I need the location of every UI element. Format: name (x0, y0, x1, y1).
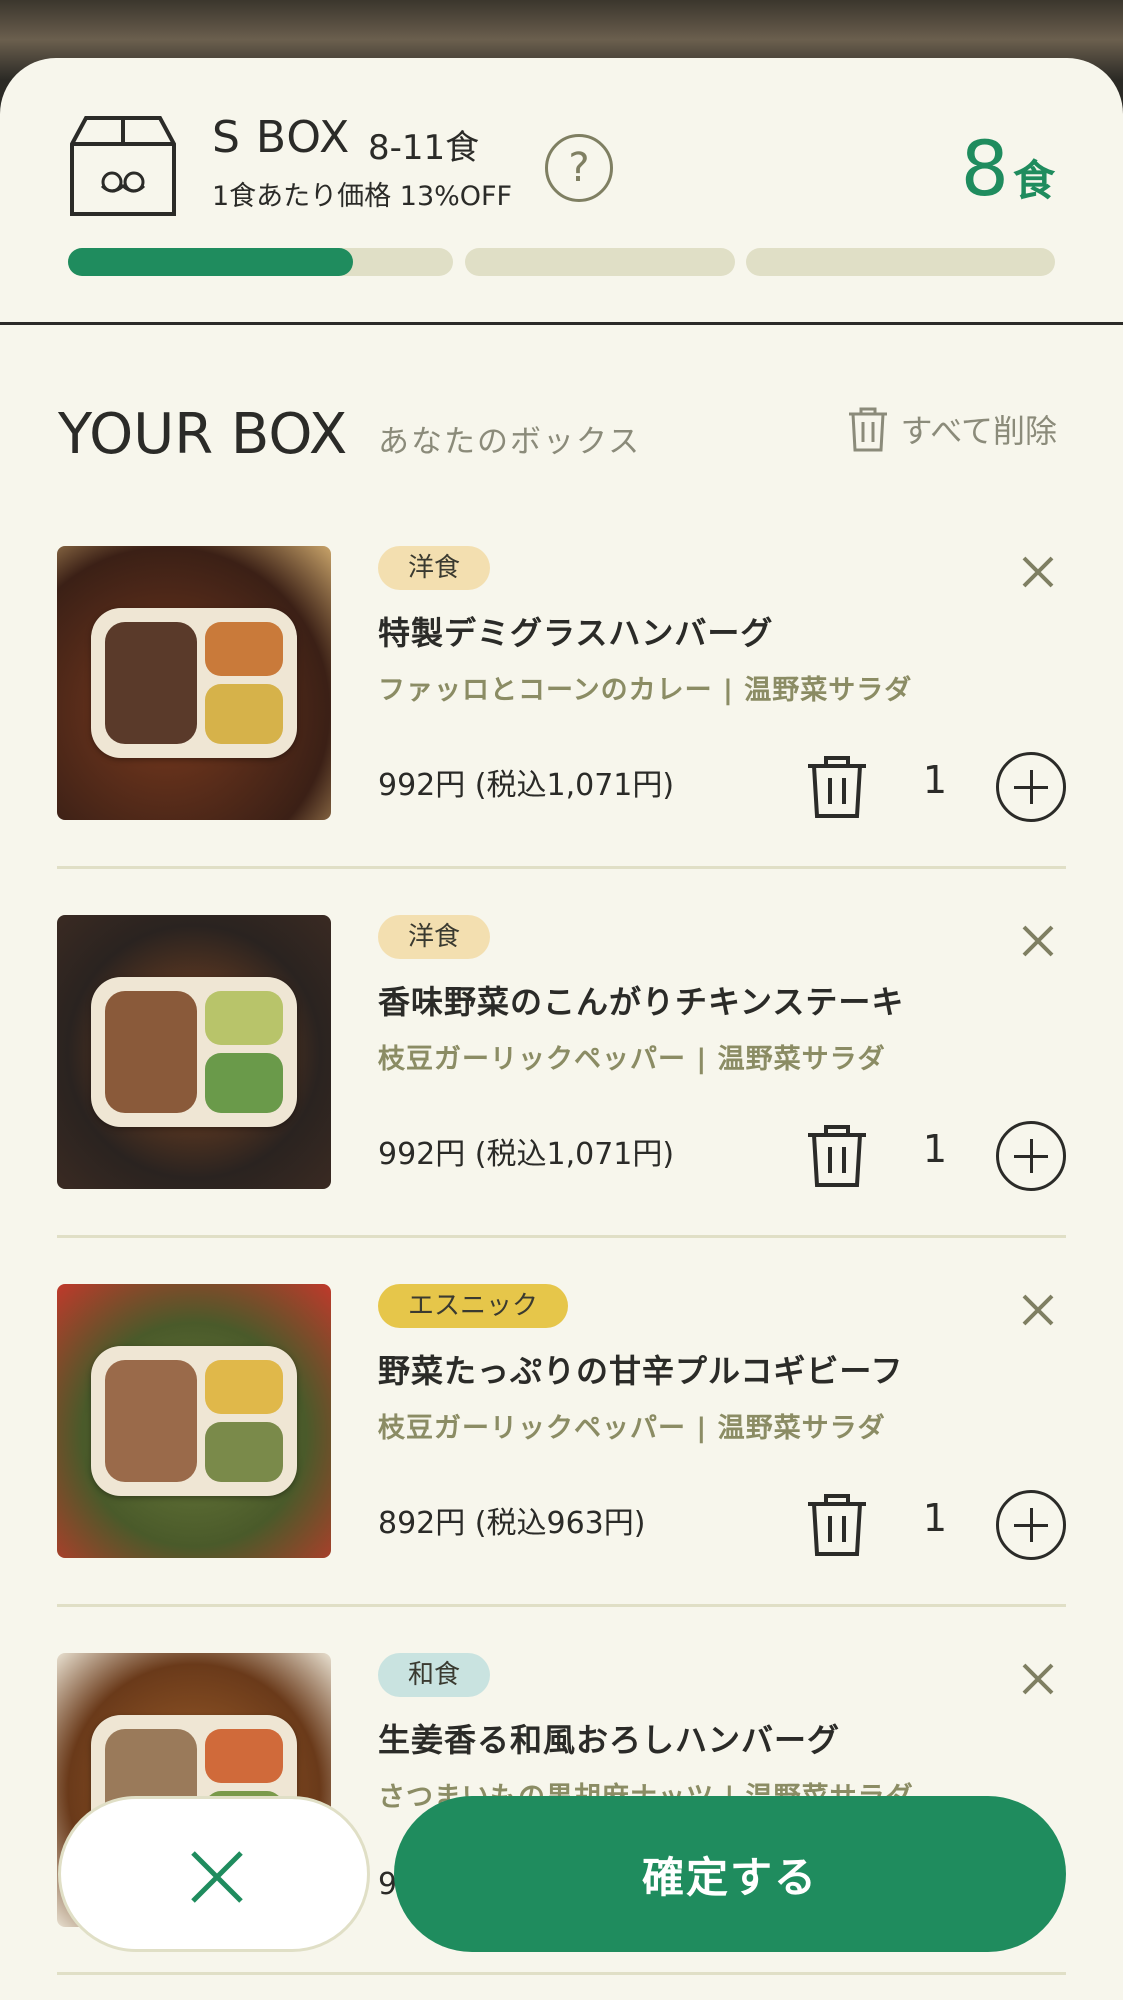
meal-image[interactable] (57, 546, 331, 820)
header-divider (0, 322, 1123, 325)
plan-name: S BOX (212, 112, 351, 163)
progress-segment-2 (465, 248, 735, 276)
category-tag: 洋食 (378, 546, 491, 590)
trash-icon (848, 407, 887, 452)
meal-image[interactable] (57, 915, 331, 1189)
close-icon[interactable] (1018, 921, 1058, 961)
plus-icon[interactable] (996, 752, 1066, 822)
item-divider (57, 866, 1066, 869)
trash-icon[interactable] (804, 754, 870, 820)
trash-icon[interactable] (804, 1492, 870, 1558)
item-divider (57, 1235, 1066, 1238)
meal-count: 8食 (961, 124, 1055, 213)
meal-tray (91, 977, 297, 1127)
meal-sides: 枝豆ガーリックペッパー | 温野菜サラダ (378, 1044, 886, 1075)
quantity-value: 1 (922, 1496, 948, 1540)
meal-price: 992円 (税込1,071円) (378, 768, 675, 803)
meal-name[interactable]: 野菜たっぷりの甘辛プルコギビーフ (378, 1346, 903, 1392)
meal-count-number: 8 (960, 124, 1009, 213)
cart-item: エスニック 野菜たっぷりの甘辛プルコギビーフ 枝豆ガーリックペッパー | 温野菜… (0, 1284, 1123, 1652)
progress-segment-1 (68, 248, 453, 276)
progress-segment-1-fill (68, 248, 353, 276)
meal-count-unit: 食 (1012, 156, 1055, 205)
meal-tray (91, 1346, 297, 1496)
meal-name[interactable]: 生姜香る和風おろしハンバーグ (378, 1715, 840, 1761)
progress-segment-3 (746, 248, 1055, 276)
meal-name[interactable]: 香味野菜のこんがりチキンステーキ (378, 977, 904, 1023)
plan-discount: 1食あたり価格 13%OFF (212, 181, 513, 212)
quantity-value: 1 (922, 1127, 948, 1171)
item-divider (57, 1604, 1066, 1607)
meal-sides: 枝豆ガーリックペッパー | 温野菜サラダ (378, 1413, 886, 1444)
bottom-action-bar: 確定する (0, 1790, 1123, 2000)
meal-price: 992円 (税込1,071円) (378, 1137, 675, 1172)
meal-name[interactable]: 特製デミグラスハンバーグ (378, 608, 773, 654)
cart-sheet: S BOX 8-11食 1食あたり価格 13%OFF ? 8食 YOUR BOX… (0, 58, 1123, 2000)
category-tag: 和食 (378, 1653, 491, 1697)
meal-sides: ファッロとコーンのカレー | 温野菜サラダ (378, 675, 913, 706)
box-subtitle: あなたのボックス (378, 424, 642, 460)
plus-icon[interactable] (996, 1490, 1066, 1560)
meal-image[interactable] (57, 1284, 331, 1558)
close-icon[interactable] (1018, 552, 1058, 592)
plus-icon[interactable] (996, 1121, 1066, 1191)
cart-item: 洋食 香味野菜のこんがりチキンステーキ 枝豆ガーリックペッパー | 温野菜サラダ… (0, 915, 1123, 1283)
category-tag: 洋食 (378, 915, 491, 959)
box-title: YOUR BOX (58, 402, 348, 467)
plan-range: 8-11食 (368, 128, 480, 168)
close-icon[interactable] (1018, 1659, 1058, 1699)
category-tag: エスニック (378, 1284, 569, 1328)
confirm-button[interactable]: 確定する (394, 1796, 1066, 1952)
progress-bar (68, 248, 1055, 276)
question-circle-icon[interactable]: ? (545, 134, 613, 202)
cancel-button[interactable] (58, 1796, 370, 1952)
trash-icon[interactable] (804, 1123, 870, 1189)
quantity-value: 1 (922, 758, 948, 802)
cart-item: 洋食 特製デミグラスハンバーグ ファッロとコーンのカレー | 温野菜サラダ 99… (0, 546, 1123, 914)
delivery-box-icon (70, 116, 176, 216)
close-icon (191, 1851, 243, 1903)
meal-tray (91, 608, 297, 758)
plan-header: S BOX 8-11食 1食あたり価格 13%OFF ? 8食 (0, 58, 1123, 324)
close-icon[interactable] (1018, 1290, 1058, 1330)
meal-price: 892円 (税込963円) (378, 1506, 646, 1541)
delete-all-label: すべて削除 (900, 412, 1057, 450)
delete-all-button[interactable]: すべて削除 (847, 406, 1057, 452)
